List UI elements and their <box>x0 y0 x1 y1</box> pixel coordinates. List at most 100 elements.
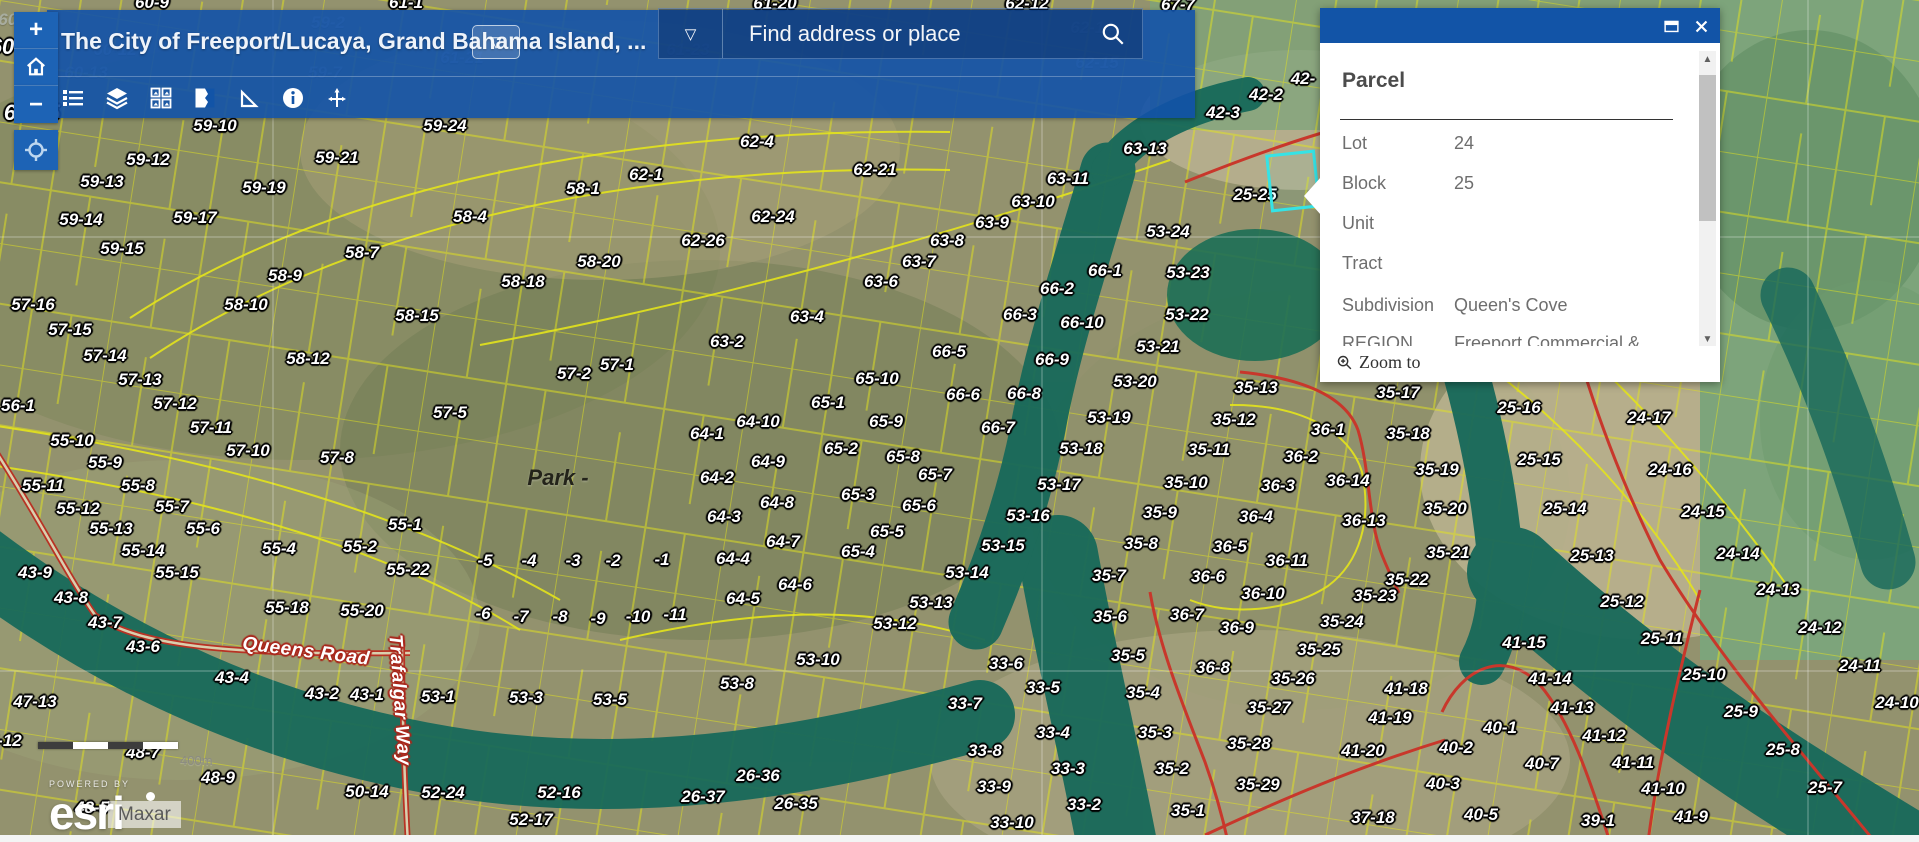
parcel-label: 33-5 <box>1026 678 1060 698</box>
parcel-label: 65-4 <box>841 542 875 562</box>
popup-rows: Lot24Block25UnitTractSubdivisionQueen's … <box>1320 43 1698 355</box>
parcel-label: 35-20 <box>1423 499 1466 519</box>
popup-pointer <box>1304 177 1321 215</box>
search-button[interactable] <box>1084 9 1142 58</box>
layers-icon[interactable] <box>103 85 130 112</box>
parcel-label: 58-9 <box>268 266 302 286</box>
parcel-label: 63-11 <box>1047 169 1089 189</box>
scroll-up-arrow[interactable]: ▲ <box>1699 51 1716 67</box>
parcel-label: 66-10 <box>1060 313 1103 333</box>
scroll-down-arrow[interactable]: ▼ <box>1699 331 1716 347</box>
parcel-label: 55-1 <box>388 515 422 535</box>
parcel-label: 47-13 <box>13 692 56 712</box>
search-source-button[interactable]: ▽ <box>659 9 723 58</box>
parcel-label: 24-13 <box>1756 580 1799 600</box>
parcel-label: 24-16 <box>1648 460 1691 480</box>
zoom-in-button[interactable]: + <box>14 12 58 49</box>
parcel-label: 24-15 <box>1681 502 1724 522</box>
parcel-label: 33-9 <box>977 777 1011 797</box>
parcel-label: 57-14 <box>83 346 126 366</box>
parcel-label: 66-8 <box>1007 384 1041 404</box>
parcel-label: 35-5 <box>1111 646 1145 666</box>
parcel-label: 52-16 <box>537 783 580 803</box>
parcel-label: 24-11 <box>1839 656 1881 676</box>
parcel-label: -7 <box>513 607 528 627</box>
popup-body: Parcel Lot24Block25UnitTractSubdivisionQ… <box>1320 43 1720 382</box>
parcel-label: -8 <box>552 607 567 627</box>
parcel-label: 55-4 <box>262 539 296 559</box>
locate-icon <box>24 138 48 162</box>
zoom-out-button[interactable]: − <box>14 86 58 123</box>
legend-icon[interactable] <box>59 85 86 112</box>
parcel-label: 63-10 <box>1011 192 1054 212</box>
parcel-label: -6 <box>475 604 490 624</box>
field-label: Lot <box>1342 133 1454 154</box>
popup-maximize-button[interactable] <box>1662 17 1680 35</box>
parcel-label: 36-1 <box>1311 420 1345 440</box>
toolbar <box>47 78 1195 118</box>
parcel-label: 62-26 <box>681 231 724 251</box>
measure-icon[interactable] <box>235 85 262 112</box>
field-label: Subdivision <box>1342 295 1454 316</box>
search-icon <box>1100 21 1126 47</box>
parcel-label: 41-13 <box>1550 698 1593 718</box>
parcel-label: 36-10 <box>1241 584 1284 604</box>
parcel-label: 50-14 <box>345 782 388 802</box>
parcel-label: 47-12 <box>0 731 22 751</box>
parcel-label: 40-7 <box>1525 754 1559 774</box>
parcel-label: 36-6 <box>1191 567 1225 587</box>
parcel-label: 26-37 <box>681 787 724 807</box>
home-button[interactable] <box>14 49 58 86</box>
parcel-label: 53-22 <box>1165 305 1208 325</box>
parcel-label: 24-14 <box>1716 544 1759 564</box>
parcel-label: 63-2 <box>710 332 744 352</box>
parcel-label: 41-10 <box>1641 779 1684 799</box>
zoom-to-icon <box>1336 354 1353 371</box>
swipe-icon[interactable] <box>191 85 218 112</box>
parcel-label: 62-4 <box>740 132 774 152</box>
parcel-label: 43-7 <box>88 613 122 633</box>
parcel-label: 33-3 <box>1051 759 1085 779</box>
popup-field-row: SubdivisionQueen's Cove <box>1342 295 1672 316</box>
parcel-label: -9 <box>590 609 605 629</box>
parcel-label: 36-14 <box>1326 471 1369 491</box>
popup-close-button[interactable] <box>1692 17 1710 35</box>
parcel-label: 62-21 <box>853 160 896 180</box>
directions-icon[interactable] <box>323 85 350 112</box>
parcel-label: 55-7 <box>155 497 189 517</box>
parcel-label: 64-8 <box>760 493 794 513</box>
search-widget: ▽ <box>658 8 1143 59</box>
parcel-label: 63-6 <box>864 272 898 292</box>
parcel-label: 53-19 <box>1087 408 1130 428</box>
parcel-label: -4 <box>521 551 536 571</box>
parcel-label: 65-5 <box>870 522 904 542</box>
parcel-label: 64-2 <box>700 468 734 488</box>
parcel-label: 57-13 <box>118 370 161 390</box>
search-input[interactable] <box>723 9 1084 58</box>
locate-button[interactable] <box>14 130 58 170</box>
parcel-label: 57-12 <box>153 394 196 414</box>
parcel-label: 35-21 <box>1426 543 1469 563</box>
esri-logo-dot <box>146 792 155 801</box>
title-dropdown-button[interactable]: ▽ <box>472 25 520 59</box>
info-icon[interactable] <box>279 85 306 112</box>
popup-title-bar[interactable] <box>1320 8 1720 43</box>
parcel-label: 35-7 <box>1092 566 1126 586</box>
popup-field-row: Block25 <box>1342 173 1672 194</box>
parcel-label: 55-14 <box>121 541 164 561</box>
parcel-label: -11 <box>663 605 686 625</box>
zoom-to-link[interactable]: Zoom to <box>1336 352 1421 373</box>
parcel-label: 25-16 <box>1497 398 1540 418</box>
parcel-label: 55-8 <box>121 476 155 496</box>
parcel-label: 35-6 <box>1093 607 1127 627</box>
parcel-label: 65-3 <box>841 485 875 505</box>
parcel-label: 64-7 <box>766 532 800 552</box>
basemap-gallery-icon[interactable] <box>147 85 174 112</box>
parcel-label: 55-15 <box>155 563 198 583</box>
parcel-label: 65-8 <box>886 447 920 467</box>
road-label: Queens Road <box>241 633 371 670</box>
parcel-label: 64-5 <box>726 589 760 609</box>
scrollbar-thumb[interactable] <box>1699 75 1716 221</box>
popup-scrollbar[interactable]: ▲ ▼ <box>1699 51 1716 347</box>
parcel-label: 55-13 <box>89 519 132 539</box>
